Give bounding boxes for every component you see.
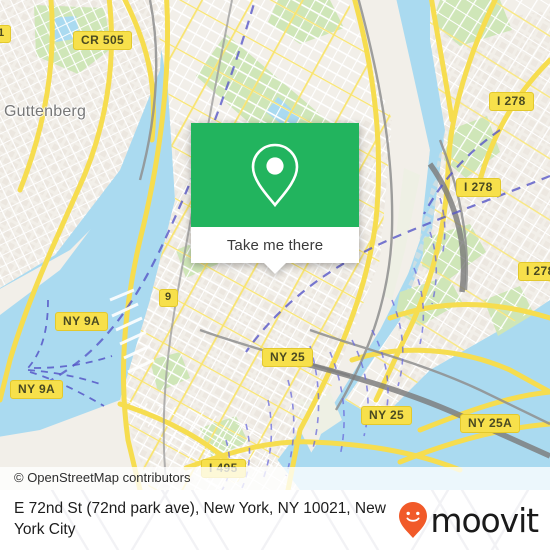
moovit-smiley-pin-icon: [399, 502, 428, 538]
address-text: E 72nd St (72nd park ave), New York, NY …: [14, 500, 386, 538]
moovit-wordmark: moovit: [430, 500, 539, 540]
footer-bar: E 72nd St (72nd park ave), New York, NY …: [0, 490, 550, 550]
moovit-brand[interactable]: moovit: [398, 500, 539, 540]
popup-pin-area: [191, 123, 359, 227]
location-popup-card[interactable]: Take me there: [191, 123, 359, 274]
place-label: Guttenberg: [4, 103, 87, 120]
road-shield: I 278: [518, 262, 550, 281]
app-screen: 1 CR 505 I 278 I 278 I 278 9 NY 9A NY 9A NY 25 NY…: [0, 0, 550, 550]
road-shield: NY 25: [262, 348, 314, 367]
road-shield: I 278: [489, 92, 534, 111]
footer-content: E 72nd St (72nd park ave), New York, NY …: [0, 490, 550, 550]
road-shield: NY 9A: [10, 380, 64, 399]
road-shield: 1: [0, 25, 11, 43]
road-shield: NY 25: [361, 406, 413, 425]
road-shield: 9: [159, 289, 178, 307]
map-canvas[interactable]: 1 CR 505 I 278 I 278 I 278 9 NY 9A NY 9A NY 25 NY…: [0, 0, 550, 490]
map-attribution[interactable]: © OpenStreetMap contributors: [0, 467, 550, 490]
road-shield: NY 25A: [460, 414, 521, 433]
road-shield: NY 9A: [55, 312, 109, 331]
popup-action-bar[interactable]: Take me there: [191, 227, 359, 274]
road-shield: I 278: [456, 178, 501, 197]
road-shield: CR 505: [73, 31, 133, 50]
popup-tail-pointer: [264, 263, 286, 274]
map-pin-icon: [251, 143, 299, 208]
take-me-there-label: Take me there: [226, 236, 324, 254]
